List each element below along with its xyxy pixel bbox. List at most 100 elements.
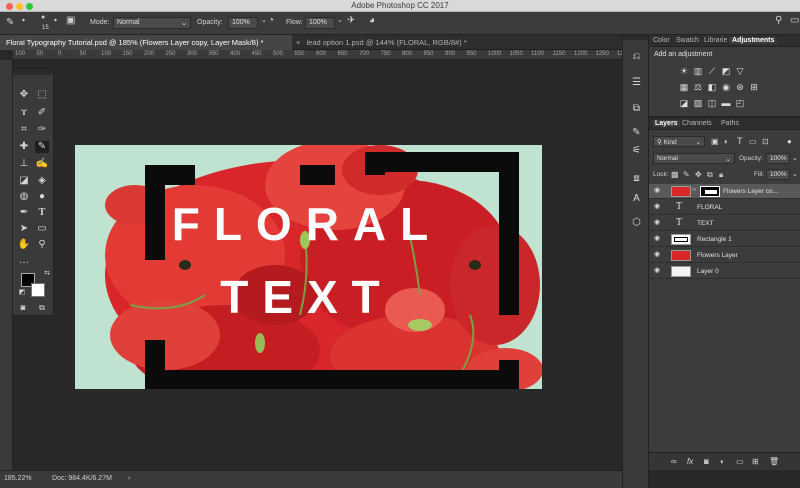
- tab-channels[interactable]: Channels: [682, 120, 712, 127]
- link-layers-icon[interactable]: ∞: [671, 457, 677, 466]
- crop-tool-icon[interactable]: ⌗: [17, 124, 31, 136]
- blur-tool-icon[interactable]: ◍: [17, 191, 31, 203]
- dodge-tool-icon[interactable]: ●: [35, 191, 49, 203]
- canvas-text-line1[interactable]: FLORAL: [172, 198, 443, 250]
- lasso-tool-icon[interactable]: ɤ: [17, 107, 31, 119]
- pressure-size-icon[interactable]: ◕: [369, 15, 375, 26]
- rectangle-tool-icon[interactable]: ▭: [35, 223, 49, 235]
- tab-close-icon[interactable]: ×: [296, 38, 300, 47]
- history-brush-tool-icon[interactable]: ✍: [35, 158, 49, 170]
- visibility-eye-icon[interactable]: ◉: [654, 235, 661, 242]
- tab-adjustments[interactable]: Adjustments: [729, 37, 778, 44]
- document-canvas[interactable]: FLORAL TEXT: [75, 145, 542, 389]
- layer-row-text[interactable]: ◉ T TEXT: [649, 216, 800, 231]
- layer-name[interactable]: FLORAL: [697, 204, 722, 211]
- lock-transparency-icon[interactable]: ▩: [671, 170, 679, 179]
- black-white-icon[interactable]: ◧: [707, 83, 717, 92]
- layer-row-floral[interactable]: ◉ T FLORAL: [649, 200, 800, 215]
- brush-panel-icon[interactable]: ▣: [66, 15, 75, 26]
- 3d-icon[interactable]: ⬡: [630, 217, 643, 230]
- filter-shape-icon[interactable]: ▭: [749, 137, 757, 146]
- workspace-icon[interactable]: ▭: [790, 15, 799, 26]
- eraser-tool-icon[interactable]: ◪: [17, 175, 31, 187]
- visibility-eye-icon[interactable]: ◉: [654, 187, 661, 194]
- blend-mode-select[interactable]: Normal ⌄: [653, 153, 735, 164]
- default-colors-icon[interactable]: ◩: [15, 287, 29, 299]
- eyedropper-tool-icon[interactable]: ✑: [35, 124, 49, 136]
- lock-artboard-icon[interactable]: ⧉: [707, 170, 713, 180]
- hue-saturation-icon[interactable]: ▦: [679, 83, 689, 92]
- channel-mixer-icon[interactable]: ⊛: [735, 83, 745, 92]
- marquee-tool-icon[interactable]: ⬚: [35, 89, 49, 101]
- layer-name[interactable]: Layer 0: [697, 268, 719, 275]
- clone-stamp-tool-icon[interactable]: ⊥: [17, 158, 31, 170]
- lock-position-icon[interactable]: ✥: [695, 170, 702, 179]
- layer-name[interactable]: TEXT: [697, 220, 714, 227]
- curves-icon[interactable]: ⟋: [707, 67, 717, 76]
- pressure-opacity-icon[interactable]: ◔: [268, 15, 274, 26]
- move-tool-icon[interactable]: ✥: [17, 89, 31, 101]
- tab-lead-option[interactable]: × lead option 1.psd @ 144% (FLORAL, RGB/…: [290, 35, 473, 50]
- hand-tool-icon[interactable]: ✋: [17, 239, 31, 251]
- lock-pixels-icon[interactable]: ✎: [683, 170, 690, 179]
- history-icon[interactable]: ⎌: [630, 51, 643, 64]
- tab-libraries[interactable]: Librarie: [704, 37, 727, 44]
- delete-layer-icon[interactable]: 🗑︎: [769, 457, 779, 466]
- layer-name[interactable]: Flowers Layer co...: [723, 188, 778, 195]
- zoom-tool-icon[interactable]: ⚲: [35, 239, 49, 251]
- brush-tool-icon[interactable]: ✎: [6, 17, 14, 28]
- fill-arrow-icon[interactable]: ⌄: [792, 170, 798, 178]
- icon-strip-grip[interactable]: [623, 35, 648, 40]
- screen-mode-icon[interactable]: ⧉: [35, 302, 49, 314]
- exposure-icon[interactable]: ◩: [721, 67, 731, 76]
- tab-swatches[interactable]: Swatch: [676, 37, 699, 44]
- levels-icon[interactable]: ▥: [693, 67, 703, 76]
- threshold-icon[interactable]: ◫: [707, 99, 717, 108]
- tab-color[interactable]: Color: [653, 37, 670, 44]
- layer-filter-kind[interactable]: ⚲ Kind ⌄: [653, 136, 705, 147]
- layer-name[interactable]: Rectangle 1: [697, 236, 732, 243]
- fill-field[interactable]: 100%: [766, 169, 790, 180]
- tools-grip[interactable]: [13, 69, 53, 75]
- text-layer-icon[interactable]: T: [676, 217, 682, 228]
- new-group-icon[interactable]: ▭: [736, 457, 744, 466]
- opacity-field[interactable]: 100%: [228, 17, 258, 29]
- flow-field[interactable]: 100%: [305, 17, 335, 29]
- color-balance-icon[interactable]: ⚖: [693, 83, 703, 92]
- visibility-eye-icon[interactable]: ◉: [654, 251, 661, 258]
- text-layer-icon[interactable]: T: [676, 201, 682, 212]
- new-adjustment-icon[interactable]: ◐: [720, 457, 725, 466]
- gradient-map-icon[interactable]: ▬: [721, 99, 731, 108]
- mode-select[interactable]: Normal ⌄: [113, 17, 191, 29]
- brushes-icon[interactable]: ✎: [630, 127, 643, 140]
- filter-adjust-icon[interactable]: ◐: [724, 137, 729, 146]
- tab-layers[interactable]: Layers: [653, 120, 680, 127]
- layers-opacity-field[interactable]: 100%: [766, 153, 790, 164]
- zoom-level[interactable]: 185.22%: [4, 475, 32, 482]
- add-mask-icon[interactable]: ◙: [704, 457, 709, 466]
- paint-bucket-tool-icon[interactable]: ◈: [35, 175, 49, 187]
- layer-row-flowers[interactable]: ◉ Flowers Layer: [649, 248, 800, 263]
- clone-source-icon[interactable]: ⧈: [630, 173, 643, 186]
- quick-select-tool-icon[interactable]: ✐: [35, 107, 49, 119]
- layer-style-icon[interactable]: fx: [687, 457, 693, 466]
- flow-arrow-icon[interactable]: ⌄: [337, 16, 343, 24]
- path-select-tool-icon[interactable]: ➤: [17, 223, 31, 235]
- photo-filter-icon[interactable]: ◉: [721, 83, 731, 92]
- more-tools-icon[interactable]: …: [17, 255, 31, 267]
- swap-colors-icon[interactable]: ⇆: [40, 268, 54, 280]
- layer-row-flowers-copy[interactable]: ◉ ∞ Flowers Layer co...: [649, 184, 800, 199]
- visibility-eye-icon[interactable]: ◉: [654, 267, 661, 274]
- brush-settings-icon[interactable]: ⚟: [630, 145, 643, 158]
- color-lookup-icon[interactable]: ⊞: [749, 83, 759, 92]
- tab-floral-typography[interactable]: Floral Typography Tutorial.psd @ 185% (F…: [0, 35, 292, 50]
- search-icon[interactable]: ⚲: [775, 15, 782, 26]
- visibility-eye-icon[interactable]: ◉: [654, 203, 661, 210]
- layer-mask-thumbnail[interactable]: [700, 186, 720, 197]
- libraries-icon[interactable]: ⧉: [630, 103, 643, 116]
- filter-toggle-icon[interactable]: ●: [787, 137, 792, 146]
- type-tool-icon[interactable]: T: [35, 207, 49, 219]
- layers-opacity-arrow-icon[interactable]: ⌄: [792, 154, 798, 162]
- opacity-arrow-icon[interactable]: ⌄: [261, 16, 267, 24]
- mask-link-icon[interactable]: ∞: [692, 187, 696, 193]
